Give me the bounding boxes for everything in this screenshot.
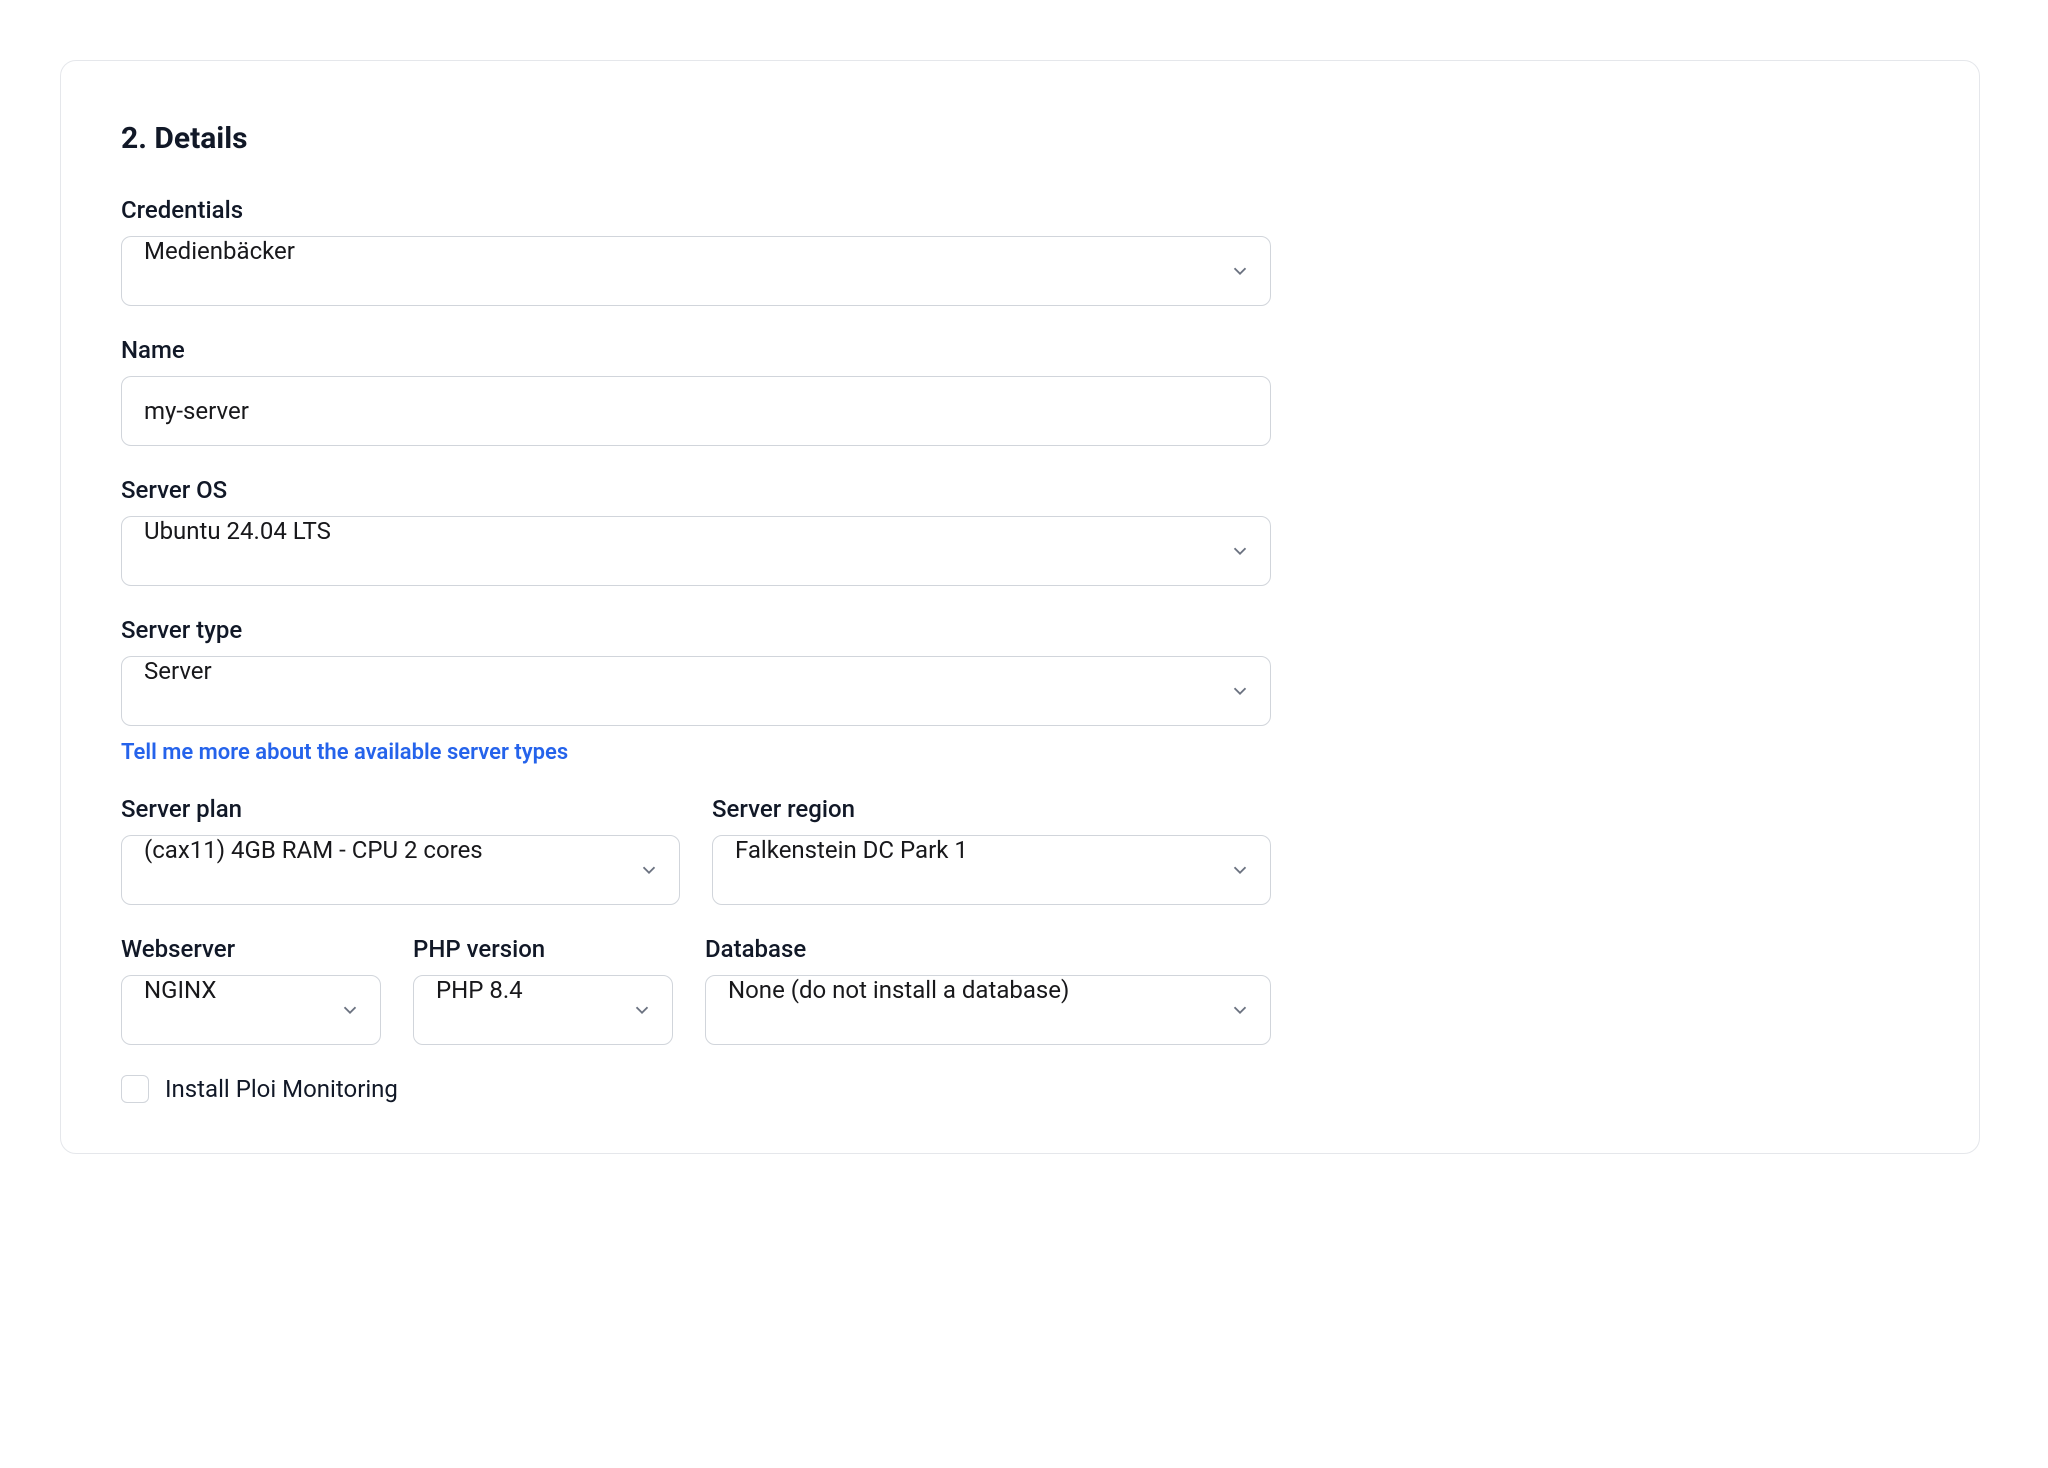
database-label: Database — [705, 935, 1271, 963]
server-plan-label: Server plan — [121, 795, 680, 823]
server-region-select[interactable]: Falkenstein DC Park 1 — [712, 835, 1271, 905]
server-plan-select[interactable]: (cax11) 4GB RAM - CPU 2 cores — [121, 835, 680, 905]
section-title: 2. Details — [121, 121, 1919, 156]
name-group: Name — [121, 336, 1271, 446]
server-type-select[interactable]: Server — [121, 656, 1271, 726]
server-type-label: Server type — [121, 616, 1271, 644]
plan-region-row: Server plan (cax11) 4GB RAM - CPU 2 core… — [121, 795, 1271, 905]
database-select[interactable]: None (do not install a database) — [705, 975, 1271, 1045]
server-os-select-wrapper: Ubuntu 24.04 LTS — [121, 516, 1271, 586]
name-input[interactable] — [121, 376, 1271, 446]
server-region-select-wrapper: Falkenstein DC Park 1 — [712, 835, 1271, 905]
php-version-label: PHP version — [413, 935, 673, 963]
database-group: Database None (do not install a database… — [705, 935, 1271, 1045]
server-region-label: Server region — [712, 795, 1271, 823]
credentials-select-wrapper: Medienbäcker — [121, 236, 1271, 306]
details-card: 2. Details Credentials Medienbäcker Name… — [60, 60, 1980, 1154]
webserver-select[interactable]: NGINX — [121, 975, 381, 1045]
webserver-select-wrapper: NGINX — [121, 975, 381, 1045]
webserver-group: Webserver NGINX — [121, 935, 381, 1045]
php-version-select[interactable]: PHP 8.4 — [413, 975, 673, 1045]
credentials-select[interactable]: Medienbäcker — [121, 236, 1271, 306]
server-os-select[interactable]: Ubuntu 24.04 LTS — [121, 516, 1271, 586]
server-plan-group: Server plan (cax11) 4GB RAM - CPU 2 core… — [121, 795, 680, 905]
webserver-label: Webserver — [121, 935, 381, 963]
credentials-group: Credentials Medienbäcker — [121, 196, 1271, 306]
server-plan-select-wrapper: (cax11) 4GB RAM - CPU 2 cores — [121, 835, 680, 905]
monitoring-group: Install Ploi Monitoring — [121, 1075, 1919, 1103]
server-type-select-wrapper: Server — [121, 656, 1271, 726]
server-region-group: Server region Falkenstein DC Park 1 — [712, 795, 1271, 905]
monitoring-checkbox[interactable] — [121, 1075, 149, 1103]
php-version-group: PHP version PHP 8.4 — [413, 935, 673, 1045]
php-version-select-wrapper: PHP 8.4 — [413, 975, 673, 1045]
credentials-label: Credentials — [121, 196, 1271, 224]
server-os-label: Server OS — [121, 476, 1271, 504]
server-type-group: Server type Server Tell me more about th… — [121, 616, 1271, 765]
database-select-wrapper: None (do not install a database) — [705, 975, 1271, 1045]
name-label: Name — [121, 336, 1271, 364]
monitoring-label: Install Ploi Monitoring — [165, 1075, 398, 1103]
server-os-group: Server OS Ubuntu 24.04 LTS — [121, 476, 1271, 586]
web-php-db-row: Webserver NGINX PHP version PHP 8.4 Data… — [121, 935, 1271, 1045]
server-type-help-link[interactable]: Tell me more about the available server … — [121, 740, 568, 765]
